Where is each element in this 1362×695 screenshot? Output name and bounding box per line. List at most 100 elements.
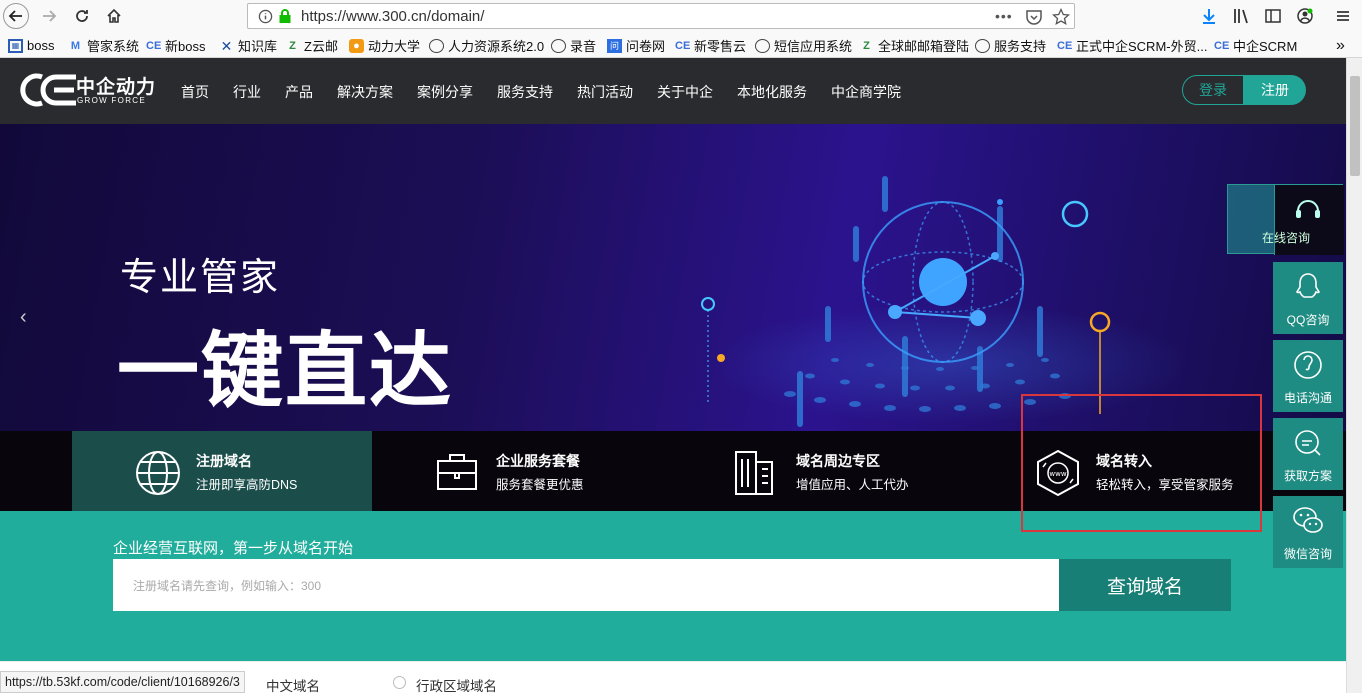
headset-icon — [1296, 200, 1320, 218]
star-icon[interactable] — [1052, 8, 1070, 26]
qq-consult-button[interactable]: QQ咨询 — [1273, 262, 1343, 334]
account-icon — [1297, 8, 1313, 24]
register-button[interactable]: 注册 — [1244, 75, 1306, 105]
bookmark-globalmail[interactable]: Z 全球邮邮箱登陆 — [859, 36, 969, 55]
bookmark-zmail[interactable]: Z Z云邮 — [285, 36, 338, 55]
globe-icon — [551, 38, 566, 53]
nav-about[interactable]: 关于中企 — [657, 82, 713, 102]
bookmarks-overflow[interactable]: » — [1336, 36, 1345, 55]
arrow-right-icon — [43, 10, 57, 22]
nav-support[interactable]: 服务支持 — [497, 82, 553, 102]
nav-industry[interactable]: 行业 — [233, 82, 261, 102]
ce-icon: CE — [675, 39, 691, 52]
sidebar-button[interactable] — [1262, 5, 1284, 27]
feature-domain-zone[interactable]: 域名周边专区 增值应用、人工代办 — [672, 431, 972, 511]
bookmarks-bar: ▦ boss M 管家系统 CE 新boss ✕ 知识库 Z Z云邮 ● 动力大学 人力资源… — [0, 33, 1362, 58]
radio-regional-domain[interactable] — [393, 676, 406, 689]
phone-consult-label: 电话沟通 — [1283, 391, 1332, 405]
bookmark-boss[interactable]: ▦ boss — [8, 36, 54, 55]
bookmark-support[interactable]: 服务支持 — [975, 36, 1046, 55]
domain-search-section: 企业经营互联网，第一步从域名开始 注册域名请先查询，例如输入：300 查询域名 — [0, 511, 1346, 661]
downloads-button[interactable] — [1198, 5, 1220, 27]
nav-solutions[interactable]: 解决方案 — [337, 82, 393, 102]
qq-consult-label: QQ咨询 — [1286, 313, 1330, 327]
reload-button[interactable] — [69, 3, 95, 29]
menu-button[interactable] — [1332, 5, 1354, 27]
bookmark-survey[interactable]: 问问卷网 — [607, 36, 665, 55]
double-chevron-icon: » — [1336, 36, 1345, 54]
bookmark-university[interactable]: ● 动力大学 — [349, 36, 420, 55]
hero-subtitle: 专业管家 — [120, 257, 281, 299]
feature-desc: 增值应用、人工代办 — [796, 478, 909, 492]
feature-title: 企业服务套餐 — [496, 453, 580, 469]
option-chinese-domain[interactable]: 中文域名 — [266, 675, 320, 695]
wechat-consult-button[interactable]: 微信咨询 — [1273, 496, 1343, 568]
scrollbar-thumb[interactable] — [1350, 76, 1360, 176]
nav-products[interactable]: 产品 — [285, 82, 313, 102]
query-domain-button[interactable]: 查询域名 — [1059, 559, 1231, 611]
bookmark-guanjia[interactable]: M 管家系统 — [68, 36, 139, 55]
z-icon: Z — [289, 39, 296, 52]
carousel-prev-button[interactable]: ‹ — [20, 306, 27, 329]
nav-cases[interactable]: 案例分享 — [417, 82, 473, 102]
hero-title: 一键直达 — [117, 326, 454, 417]
nav-home[interactable]: 首页 — [181, 82, 209, 102]
pocket-icon[interactable] — [1025, 8, 1043, 26]
grid-icon: ▦ — [8, 38, 23, 53]
online-consult-button[interactable]: 在线咨询 — [1227, 184, 1344, 255]
forward-button[interactable] — [36, 3, 62, 29]
globe-icon — [755, 38, 770, 53]
get-plan-label: 获取方案 — [1283, 469, 1332, 483]
status-bar-url: https://tb.53kf.com/code/client/10168926… — [0, 671, 245, 693]
url-text[interactable]: https://www.300.cn/domain/ — [301, 8, 484, 25]
reload-icon — [76, 10, 88, 22]
orange-icon: ● — [349, 38, 364, 53]
nav-events[interactable]: 热门活动 — [577, 82, 633, 102]
get-plan-button[interactable]: 获取方案 — [1273, 418, 1343, 490]
bookmark-sms[interactable]: 短信应用系统 — [755, 36, 852, 55]
nav-academy[interactable]: 中企商学院 — [831, 82, 901, 102]
page-actions-menu[interactable]: ••• — [995, 8, 1013, 26]
logo[interactable]: 中企动力 GROW FORCE — [16, 73, 156, 109]
search-caption: 企业经营互联网，第一步从域名开始 — [113, 540, 354, 557]
option-regional-domain[interactable]: 行政区域域名 — [416, 675, 497, 695]
bookmark-hr[interactable]: 人力资源系统2.0 — [429, 36, 544, 55]
bookmark-recording[interactable]: 录音 — [551, 36, 596, 55]
feature-service-package[interactable]: 企业服务套餐 服务套餐更优惠 — [372, 431, 672, 511]
home-icon — [107, 8, 121, 23]
ce-logo-icon — [20, 73, 76, 107]
phone-ear-icon — [1294, 351, 1322, 379]
feature-desc: 注册即享高防DNS — [196, 478, 298, 492]
browser-toolbar: https://www.300.cn/domain/ ••• — [0, 0, 1362, 33]
bookmark-retail[interactable]: CE 新零售云 — [675, 36, 746, 55]
back-button[interactable] — [3, 3, 29, 29]
bookmark-scrm-trade[interactable]: CE 正式中企SCRM-外贸... — [1057, 36, 1207, 55]
address-bar[interactable]: https://www.300.cn/domain/ ••• — [247, 3, 1075, 29]
feature-desc: 服务套餐更优惠 — [496, 478, 584, 492]
hero-banner: ‹ 专业管家 一键直达 — [0, 124, 1346, 431]
x-icon: ✕ — [220, 37, 233, 54]
lock-icon — [279, 9, 291, 23]
bookmark-newboss[interactable]: CE 新boss — [146, 36, 205, 55]
z-icon: Z — [863, 39, 870, 52]
home-button[interactable] — [101, 3, 127, 29]
account-button[interactable] — [1294, 5, 1316, 27]
download-icon — [1203, 9, 1215, 24]
arrow-left-icon — [8, 10, 22, 22]
wj-icon: 问 — [607, 38, 622, 53]
feature-title: 注册域名 — [196, 453, 252, 469]
bookmark-knowledge[interactable]: ✕ 知识库 — [219, 36, 277, 55]
page-scrollbar[interactable] — [1346, 58, 1362, 693]
domain-search-input[interactable]: 注册域名请先查询，例如输入：300 — [113, 559, 1059, 611]
sidebar-icon — [1265, 9, 1281, 23]
feature-register-domain[interactable]: 注册域名 注册即享高防DNS — [72, 431, 372, 511]
info-icon[interactable] — [258, 9, 273, 24]
bookmark-scrm[interactable]: CE 中企SCRM — [1214, 36, 1297, 55]
library-button[interactable] — [1230, 5, 1252, 27]
nav-local[interactable]: 本地化服务 — [737, 82, 807, 102]
login-button[interactable]: 登录 — [1182, 75, 1244, 105]
ce-icon: CE — [1214, 39, 1230, 52]
globe-icon — [429, 38, 444, 53]
m-icon: M — [70, 39, 81, 52]
phone-consult-button[interactable]: 电话沟通 — [1273, 340, 1343, 412]
